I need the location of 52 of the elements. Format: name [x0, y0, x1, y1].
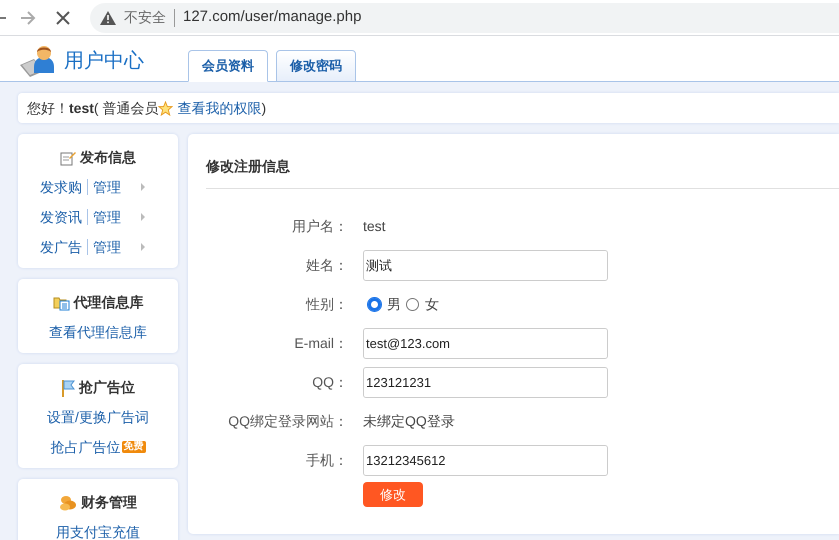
arrow-right-icon [141, 243, 145, 251]
manage-link[interactable]: 管理 [93, 176, 121, 198]
field-value: 未绑定QQ登录 [363, 412, 455, 431]
arrow-right-icon [141, 213, 145, 221]
field-label: 手机： [305, 451, 348, 470]
field-label: 性别： [304, 295, 348, 314]
input-field[interactable]: test@123.com [363, 328, 608, 359]
post-link[interactable]: 发广告 [40, 236, 82, 258]
permissions-link[interactable]: 查看我的权限 [177, 98, 262, 118]
close-icon[interactable] [56, 10, 70, 24]
sidebar-link[interactable]: 设置/更换广告词 [47, 406, 149, 428]
field-value: test [363, 217, 386, 236]
sidebar-link[interactable]: 抢占广告位 [50, 436, 120, 458]
arrow-right-icon [141, 183, 145, 191]
folder-document-icon [52, 294, 70, 310]
post-link[interactable]: 发资讯 [40, 206, 82, 228]
flag-icon [61, 378, 75, 396]
star-icon [158, 100, 174, 116]
free-badge: 免费 [122, 441, 146, 453]
sidebar-link[interactable]: 用支付宝充值 [56, 522, 140, 540]
sidebar-link[interactable]: 查看代理信息库 [49, 322, 147, 342]
radio-button[interactable] [406, 298, 419, 311]
greeting-text: 您好！test( 普通会员 查看我的权限) [27, 98, 266, 118]
input-field[interactable]: 13212345612 [363, 445, 608, 476]
notepad-pencil-icon [60, 150, 76, 166]
input-field[interactable]: 123121231 [363, 367, 608, 398]
field-label: QQ： [311, 373, 348, 392]
radio-button[interactable] [368, 298, 381, 311]
field-label: E-mail： [293, 334, 348, 353]
url-text: 127.com/user/manage.php [183, 7, 362, 28]
radio-label: 女 [425, 295, 439, 314]
radio-label: 男 [387, 295, 401, 314]
input-field[interactable]: 测试 [363, 250, 608, 281]
address-bar[interactable]: 不安全 127.com/user/manage.php [90, 2, 839, 32]
tab[interactable]: 修改密码 [276, 50, 356, 82]
coins-icon [59, 494, 77, 510]
field-label: 用户名： [291, 217, 348, 236]
manage-link[interactable]: 管理 [93, 206, 121, 228]
section-title: 抢广告位 [79, 378, 135, 397]
field-label: QQ绑定登录网站： [227, 412, 348, 431]
forward-icon[interactable] [20, 10, 36, 26]
manage-link[interactable]: 管理 [93, 236, 121, 258]
section-title: 财务管理 [81, 493, 137, 512]
security-label: 不安全 [124, 8, 166, 27]
page-title: 用户中心 [64, 48, 144, 74]
field-label: 姓名： [305, 256, 348, 275]
tab[interactable]: 会员资料 [188, 50, 268, 82]
section-title: 发布信息 [80, 148, 136, 167]
post-link[interactable]: 发求购 [40, 176, 82, 198]
warning-icon [100, 10, 116, 24]
section-title: 代理信息库 [74, 293, 144, 312]
form-title: 修改注册信息 [206, 157, 291, 176]
